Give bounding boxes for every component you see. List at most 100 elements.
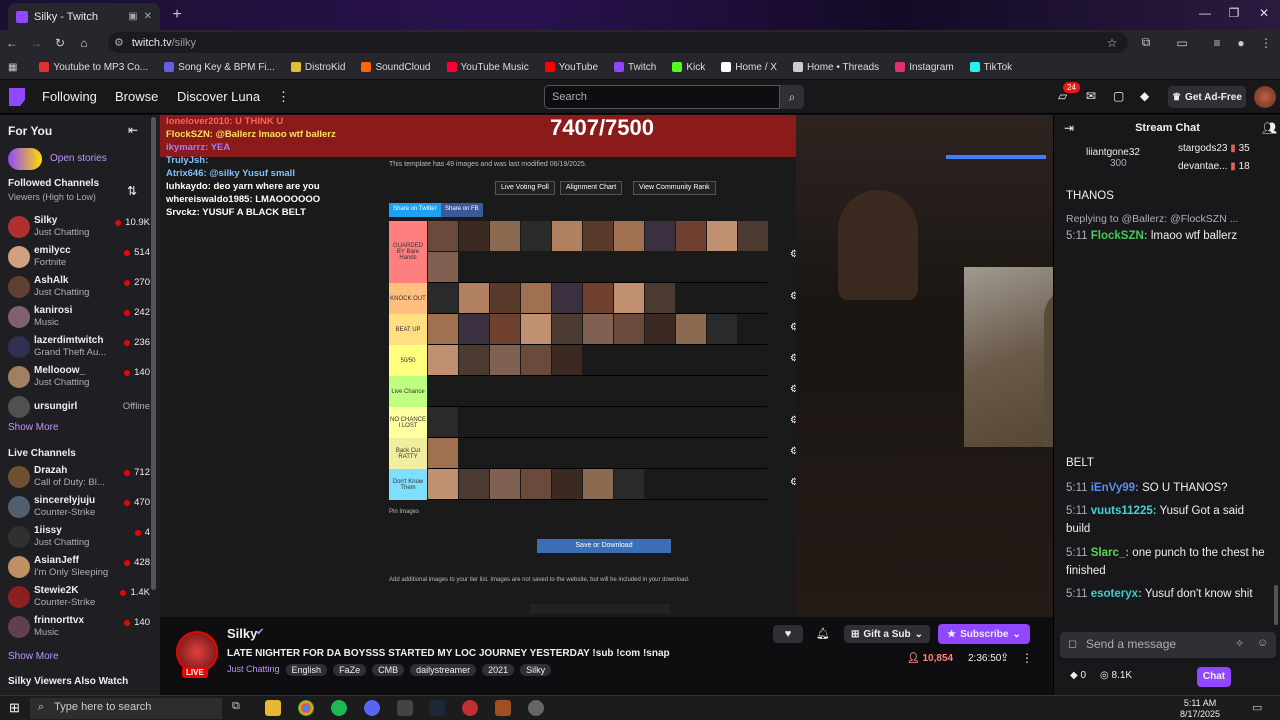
extensions-icon[interactable]: ⧉ (1134, 35, 1158, 50)
nav-browse[interactable]: Browse (115, 89, 158, 104)
bookmark-item[interactable]: TikTok (962, 62, 1021, 73)
video-player[interactable]: 7407/7500 lonelover2010: U THINK U FlockS… (160, 115, 1053, 617)
bits-cheer-icon[interactable]: ✧ (1235, 637, 1244, 650)
window-close-icon[interactable]: ✕ (1254, 6, 1274, 24)
channel-points[interactable]: ◎ 8.1K (1100, 670, 1132, 681)
get-ad-free-button[interactable]: ♛ Get Ad-Free (1168, 86, 1246, 108)
maximize-icon[interactable]: ❐ (1224, 6, 1244, 24)
sort-icon[interactable]: ⇅ (127, 184, 137, 198)
file-explorer-icon[interactable] (265, 700, 281, 716)
chat-message[interactable]: 5:11 vuuts11225: Yusuf Got a said build (1066, 502, 1266, 538)
nav-discover[interactable]: Discover Luna (177, 89, 260, 104)
steam-icon[interactable] (429, 700, 445, 716)
bookmark-item[interactable]: Youtube to MP3 Co... (31, 62, 156, 73)
chat-message[interactable]: Replying to @Ballerz: @FlockSZN ... (1066, 210, 1266, 228)
sidebar-channel-item[interactable]: Silky Just Chatting 10.9K (8, 213, 154, 243)
bookmark-item[interactable]: YouTube (537, 62, 606, 73)
channel-name[interactable]: Silky (227, 626, 257, 641)
emote-picker-icon[interactable]: ◻ (1068, 637, 1077, 650)
chat-username[interactable]: Slarc_: (1091, 547, 1129, 559)
obs-icon[interactable] (528, 700, 544, 716)
collapse-sidebar-icon[interactable]: ⇤ (128, 123, 138, 137)
gift-sub-button[interactable]: ⊞ Gift a Sub ⌄ (844, 625, 930, 643)
chat-scrollbar[interactable] (1274, 585, 1278, 625)
chat-message[interactable]: BELT (1066, 454, 1266, 472)
bookmark-item[interactable]: Instagram (887, 62, 961, 73)
browser-menu-icon[interactable]: ⋮ (1254, 36, 1278, 50)
new-tab-button[interactable]: + (168, 6, 186, 24)
windows-start-icon[interactable]: ⊞ (9, 700, 20, 716)
chrome-icon[interactable] (298, 700, 314, 716)
sidebar-channel-item[interactable]: Mellooow_ Just Chatting 140 (8, 363, 154, 393)
show-more-followed[interactable]: Show More (8, 422, 59, 433)
sidebar-channel-item[interactable]: lazerdimtwitch Grand Theft Au... 236 (8, 333, 154, 363)
chat-users-icon[interactable]: 👥︎ (1262, 121, 1277, 135)
reload-icon[interactable]: ↻ (48, 36, 72, 50)
home-icon[interactable]: ⌂ (72, 36, 96, 50)
search-input[interactable]: Search (544, 85, 780, 109)
gifter-entry[interactable]: liiantgone32 300 (1086, 147, 1140, 169)
followed-sort[interactable]: Viewers (High to Low) (8, 192, 96, 202)
sidebar-channel-item[interactable]: Drazah Call of Duty: Bl... 712 (8, 463, 154, 493)
more-options-icon[interactable]: ⋮ (1021, 651, 1033, 665)
back-icon[interactable]: ← (0, 36, 24, 50)
menu-list-icon[interactable]: ≡ (1205, 36, 1229, 50)
twitch-logo-icon[interactable] (9, 88, 25, 106)
open-stories-link[interactable]: Open stories (50, 153, 107, 164)
address-bar[interactable]: ⚙ twitch.tv/silky (108, 32, 1128, 53)
chat-message[interactable]: 5:11 esoteryx: Yusuf don't know shit (1066, 585, 1266, 603)
profile-icon[interactable]: ● (1229, 36, 1253, 50)
bookmark-item[interactable]: Home • Threads (785, 62, 887, 73)
chat-username[interactable]: FlockSZN: (1091, 230, 1148, 242)
bits-icon[interactable]: ◆ (1140, 89, 1149, 103)
chat-username[interactable]: iEnVy99: (1091, 482, 1139, 494)
search-icon[interactable]: ⌕ (780, 85, 804, 109)
taskbar-search[interactable]: ⌕ Type here to search (30, 698, 222, 719)
sidebar-channel-item[interactable]: Stewie2K Counter-Strike 1.4K (8, 583, 154, 613)
sidebar-channel-item[interactable]: AsianJeff I'm Only Sleeping 428 (8, 553, 154, 583)
chat-username[interactable]: vuuts11225: (1091, 505, 1157, 517)
chat-message[interactable]: 5:11 iEnVy99: SO U THANOS? (1066, 479, 1266, 497)
chat-send-button[interactable]: Chat (1197, 667, 1231, 687)
bookmark-item[interactable]: Home / X (713, 62, 785, 73)
nav-following[interactable]: Following (42, 89, 97, 104)
notification-bell-icon[interactable]: 🔔︎ (811, 625, 835, 643)
gifter-entry[interactable]: stargods23 ▮ 35 (1178, 143, 1250, 154)
sidebar-channel-item[interactable]: sincerelyjuju Counter-Strike 470 (8, 493, 154, 523)
bookmark-item[interactable]: YouTube Music (439, 62, 537, 73)
app-red-icon[interactable] (462, 700, 478, 716)
stream-tag[interactable]: English (285, 664, 328, 676)
minimize-icon[interactable]: — (1195, 6, 1215, 24)
bookmark-item[interactable]: Kick (664, 62, 713, 73)
stream-category[interactable]: Just Chatting (227, 664, 280, 676)
stream-tag[interactable]: 2021 (482, 664, 515, 676)
sidebar-channel-item[interactable]: 1iissy Just Chatting 4 (8, 523, 154, 553)
show-more-live[interactable]: Show More (8, 651, 59, 662)
whispers-icon[interactable]: ▢ (1113, 89, 1124, 103)
sidebar-channel-item[interactable]: emilycc Fortnite 514 (8, 243, 154, 273)
browser-tab[interactable]: Silky - Twitch ▣ ✕ (8, 3, 160, 30)
follow-heart-button[interactable]: ♥ (773, 625, 803, 643)
stream-tag[interactable]: CMB (372, 664, 405, 676)
tab-media-icon[interactable]: ▣ (128, 11, 137, 22)
bookmark-item[interactable]: Twitch (606, 62, 664, 73)
chat-username[interactable]: esoteryx: (1091, 588, 1142, 600)
chat-message[interactable]: THANOS (1066, 187, 1266, 205)
chat-message[interactable]: 5:11 Slarc_: one punch to the chest he f… (1066, 544, 1266, 580)
notification-center-icon[interactable]: ▭ (1252, 701, 1262, 714)
sidebar-channel-item[interactable]: ursungirl Offline (8, 393, 154, 423)
emoji-icon[interactable]: ☺ (1257, 637, 1268, 649)
stream-tag[interactable]: dailystreamer (410, 664, 477, 676)
sidebar-channel-item[interactable]: frinnorttvx Music 140 (8, 613, 154, 643)
subscribe-button[interactable]: ★ Subscribe ⌄ (938, 624, 1030, 644)
bookmark-star-icon[interactable]: ☆ (1100, 36, 1124, 50)
sidepanel-icon[interactable]: ▭ (1170, 36, 1194, 50)
tab-close-icon[interactable]: ✕ (144, 11, 152, 22)
app-icon[interactable] (397, 700, 413, 716)
forward-icon[interactable]: → (24, 36, 48, 50)
stream-tag[interactable]: FaZe (333, 664, 367, 676)
sidebar-channel-item[interactable]: kanirosi Music 242 (8, 303, 154, 333)
bits-balance[interactable]: ◆ 0 (1070, 670, 1086, 681)
stories-avatar[interactable] (8, 148, 42, 170)
bookmark-item[interactable]: DistroKid (283, 62, 354, 73)
